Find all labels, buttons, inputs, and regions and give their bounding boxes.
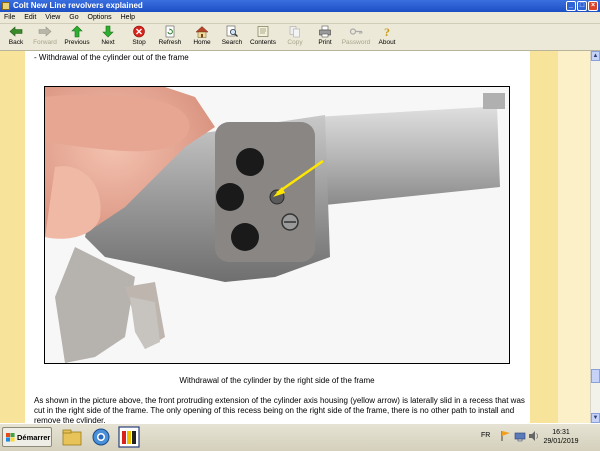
key-icon	[349, 28, 363, 35]
windows-flag-icon	[6, 433, 15, 442]
menu-edit[interactable]: Edit	[21, 12, 39, 23]
password-label: Password	[341, 39, 371, 46]
minimize-button[interactable]: _	[566, 1, 576, 11]
search-icon	[226, 25, 238, 37]
scroll-down-arrow-icon[interactable]: ▼	[591, 413, 600, 423]
forward-button[interactable]: Forward	[29, 25, 61, 49]
about-button[interactable]: ? About	[371, 25, 403, 49]
next-down-arrow-icon	[102, 25, 114, 38]
home-icon	[195, 26, 209, 38]
photo-caption: Withdrawal of the cylinder by the right …	[179, 376, 375, 385]
window-title-bar: Colt New Line revolvers explained _ □ ×	[0, 0, 600, 12]
next-label: Next	[101, 39, 115, 46]
menu-file[interactable]: File	[1, 12, 18, 23]
svg-text:?: ?	[384, 25, 390, 38]
body-paragraph: As shown in the picture above, the front…	[34, 396, 525, 423]
menu-bar: File Edit View Go Options Help	[0, 12, 600, 24]
taskbar: Démarrer FR 16:31 29/01/2019	[0, 423, 600, 451]
left-margin-band	[0, 51, 25, 423]
password-button[interactable]: Password	[340, 25, 372, 49]
menu-options[interactable]: Options	[85, 12, 115, 23]
copy-label: Copy	[287, 39, 303, 46]
file-explorer-icon[interactable]	[62, 427, 82, 447]
window-title: Colt New Line revolvers explained	[13, 1, 143, 10]
contents-button[interactable]: Contents	[247, 25, 279, 49]
language-indicator[interactable]: FR	[481, 432, 490, 439]
forward-arrow-icon	[38, 26, 52, 37]
print-label: Print	[318, 39, 332, 46]
vertical-scrollbar[interactable]: ▲ ▼	[590, 51, 600, 423]
window-controls: _ □ ×	[566, 1, 598, 11]
app-window-icon[interactable]	[118, 426, 140, 448]
contents-label: Contents	[249, 39, 277, 46]
about-icon: ?	[384, 25, 390, 38]
system-clock[interactable]: 16:31 29/01/2019	[540, 428, 582, 446]
clock-date: 29/01/2019	[543, 438, 579, 445]
back-button[interactable]: Back	[0, 25, 32, 49]
about-label: About	[378, 39, 396, 46]
revolver-photo-illustration	[45, 87, 509, 363]
menu-view[interactable]: View	[42, 12, 63, 23]
stop-icon	[133, 25, 145, 38]
back-arrow-icon	[9, 26, 23, 37]
stop-label: Stop	[132, 39, 146, 46]
refresh-label: Refresh	[158, 39, 182, 46]
section-title: - Withdrawal of the cylinder out of the …	[34, 53, 189, 62]
search-label: Search	[221, 39, 243, 46]
clock-time: 16:31	[552, 429, 570, 436]
right-margin-band-light	[558, 51, 590, 423]
print-button[interactable]: Print	[309, 25, 341, 49]
forward-label: Forward	[33, 39, 57, 46]
home-button[interactable]: Home	[186, 25, 218, 49]
flag-notification-icon[interactable]	[500, 430, 512, 442]
stop-button[interactable]: Stop	[123, 25, 155, 49]
refresh-button[interactable]: Refresh	[154, 25, 186, 49]
print-icon	[319, 25, 331, 38]
toolbar: Back Forward Previous Next Stop Refresh …	[0, 24, 600, 51]
volume-icon[interactable]	[528, 430, 540, 442]
menu-go[interactable]: Go	[66, 12, 81, 23]
copy-icon	[289, 26, 300, 38]
app-icon	[2, 2, 10, 10]
search-button[interactable]: Search	[216, 25, 248, 49]
previous-up-arrow-icon	[71, 25, 83, 38]
document-viewport: - Withdrawal of the cylinder out of the …	[0, 51, 590, 423]
network-icon[interactable]	[514, 430, 526, 442]
previous-button[interactable]: Previous	[61, 25, 93, 49]
close-button[interactable]: ×	[588, 1, 598, 11]
home-label: Home	[193, 39, 211, 46]
scroll-up-arrow-icon[interactable]: ▲	[591, 51, 600, 61]
revolver-photo	[44, 86, 510, 364]
copy-button[interactable]: Copy	[279, 25, 311, 49]
contents-icon	[257, 26, 269, 37]
back-label: Back	[8, 39, 24, 46]
start-button[interactable]: Démarrer	[2, 427, 52, 447]
right-margin-band	[530, 51, 558, 423]
start-label: Démarrer	[17, 433, 51, 442]
browser-icon[interactable]	[91, 427, 111, 447]
next-button[interactable]: Next	[92, 25, 124, 49]
refresh-icon	[165, 25, 175, 38]
previous-label: Previous	[64, 39, 90, 46]
menu-help[interactable]: Help	[118, 12, 138, 23]
scroll-thumb[interactable]	[591, 369, 600, 383]
maximize-button[interactable]: □	[577, 1, 587, 11]
